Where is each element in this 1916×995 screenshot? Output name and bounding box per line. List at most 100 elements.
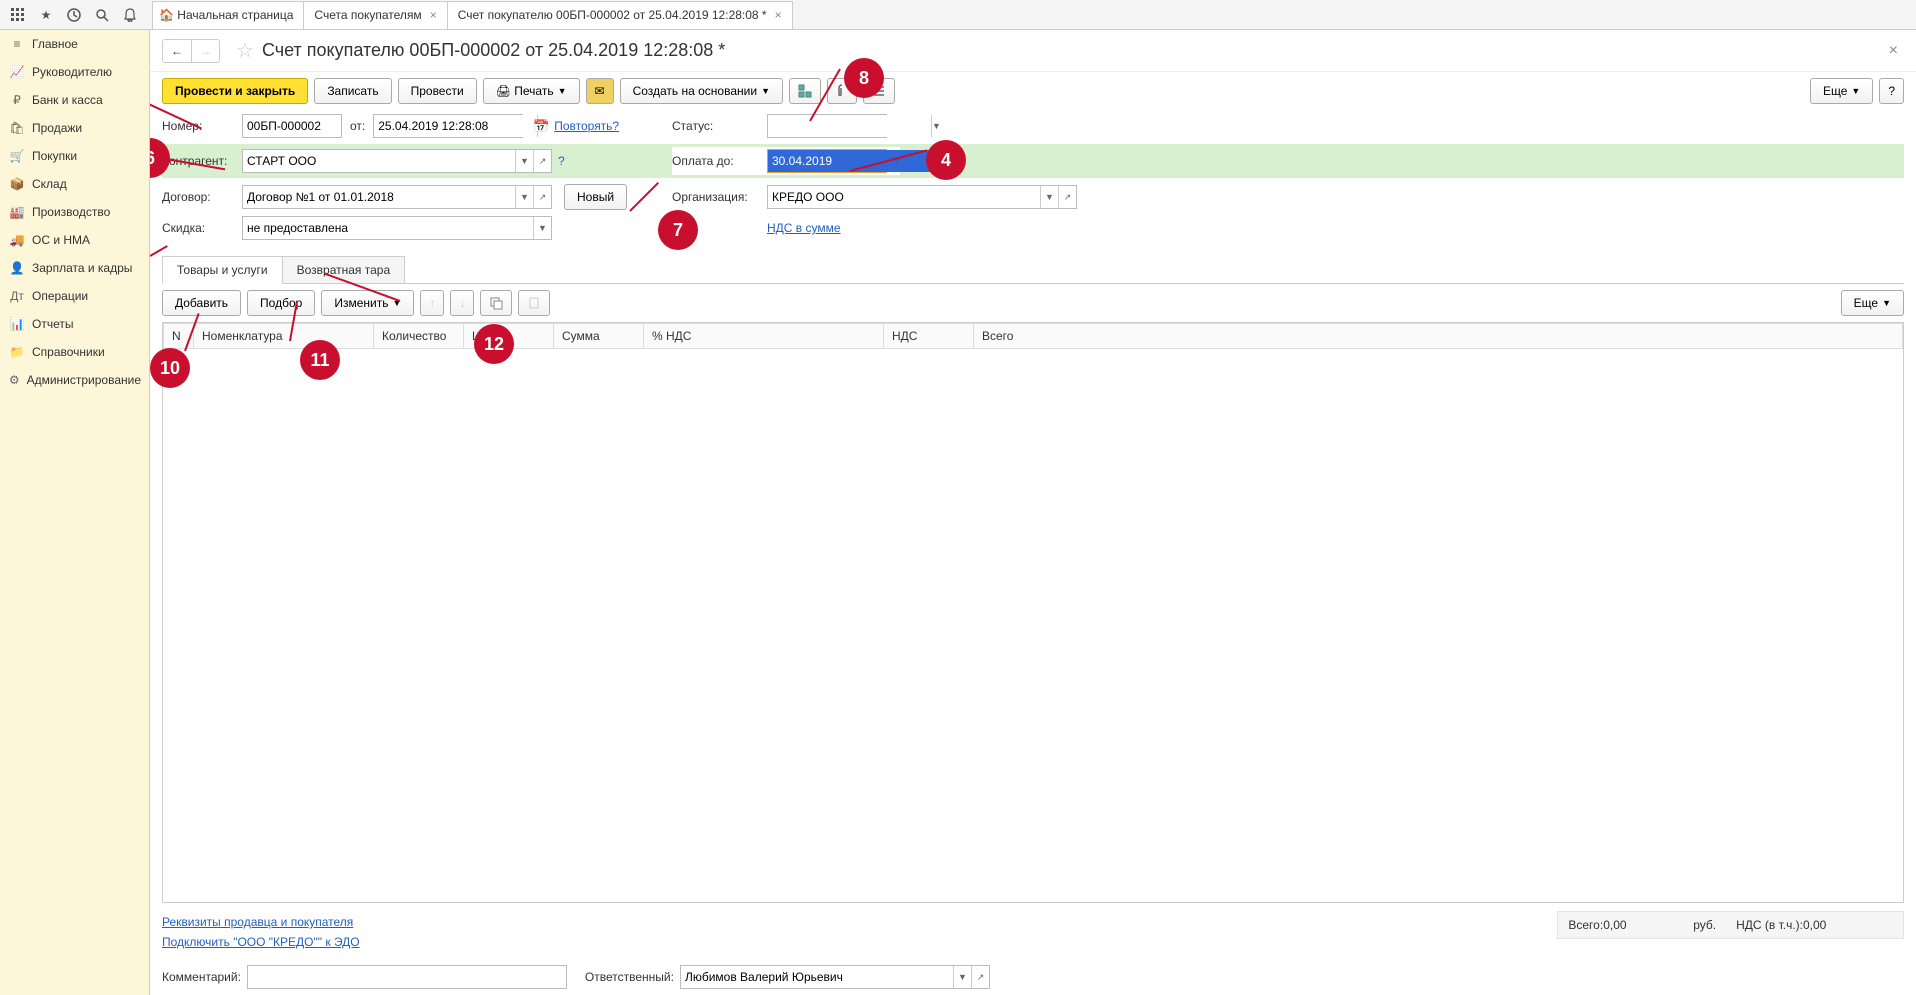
col-qty[interactable]: Количество [374, 324, 464, 349]
favorite-icon[interactable]: ☆ [236, 38, 254, 63]
comment-label: Комментарий: [162, 970, 241, 984]
structure-button[interactable] [789, 78, 821, 104]
sidebar-item-warehouse[interactable]: 📦Склад [0, 170, 149, 198]
open-icon[interactable]: ↗ [1058, 186, 1076, 208]
close-doc-button[interactable]: × [1883, 42, 1904, 60]
forward-button[interactable]: → [191, 40, 219, 62]
repeat-link[interactable]: Повторять? [554, 119, 619, 133]
edo-link[interactable]: Подключить "ООО "КРЕДО"" к ЭДО [162, 935, 360, 949]
doc-tabs: Товары и услуги Возвратная тара [162, 256, 1904, 284]
tab-document[interactable]: Счет покупателю 00БП-000002 от 25.04.201… [447, 1, 793, 29]
help-icon[interactable]: ? [558, 154, 565, 168]
move-up-button[interactable]: ↑ [420, 290, 444, 316]
post-button[interactable]: Провести [398, 78, 477, 104]
search-icon[interactable] [90, 3, 114, 27]
sidebar-item-purchases[interactable]: 🛒Покупки [0, 142, 149, 170]
sidebar-item-admin[interactable]: ⚙Администрирование [0, 366, 149, 394]
sidebar-item-operations[interactable]: ДтОперации [0, 282, 149, 310]
tab-tare[interactable]: Возвратная тара [282, 256, 406, 283]
folder-icon: 📁 [8, 345, 26, 359]
history-icon[interactable] [62, 3, 86, 27]
save-button[interactable]: Записать [314, 78, 391, 104]
close-icon[interactable]: × [775, 8, 782, 22]
factory-icon: 🏭 [8, 205, 26, 219]
counterparty-input[interactable]: ▼ ↗ [242, 149, 552, 173]
number-input[interactable] [242, 114, 342, 138]
bag-icon: 🛍 [8, 121, 26, 135]
requisites-link[interactable]: Реквизиты продавца и покупателя [162, 915, 353, 929]
apps-icon[interactable] [6, 3, 30, 27]
help-button[interactable]: ? [1879, 78, 1904, 104]
sidebar-item-catalogs[interactable]: 📁Справочники [0, 338, 149, 366]
currency-label: руб. [1693, 918, 1716, 932]
tab-home[interactable]: 🏠 Начальная страница [152, 1, 304, 29]
goods-table[interactable]: N Номенклатура Количество Цена Сумма % Н… [162, 322, 1904, 903]
attach-button[interactable] [827, 78, 857, 104]
create-based-button[interactable]: Создать на основании▼ [620, 78, 783, 104]
add-row-button[interactable]: Добавить [162, 290, 241, 316]
move-down-button[interactable]: ↓ [450, 290, 474, 316]
post-and-close-button[interactable]: Провести и закрыть [162, 78, 308, 104]
total-value: 0,00 [1603, 918, 1693, 932]
clear-icon[interactable]: × [943, 150, 949, 172]
chevron-down-icon[interactable]: ▼ [533, 217, 551, 239]
sidebar-item-bank[interactable]: ₽Банк и касса [0, 86, 149, 114]
col-vat-pct[interactable]: % НДС [644, 324, 884, 349]
change-button[interactable]: Изменить▼ [321, 290, 414, 316]
responsible-input[interactable]: ▼ ↗ [680, 965, 990, 989]
col-price[interactable]: Цена [464, 324, 554, 349]
sidebar-item-main[interactable]: ≡Главное [0, 30, 149, 58]
col-sum[interactable]: Сумма [554, 324, 644, 349]
print-button[interactable]: 🖨 Печать▼ [483, 78, 580, 104]
chevron-down-icon[interactable]: ▼ [953, 966, 971, 988]
footer-row: Комментарий: Ответственный: ▼ ↗ [150, 959, 1916, 995]
open-icon[interactable]: ↗ [533, 150, 551, 172]
close-icon[interactable]: × [430, 8, 437, 22]
star-icon[interactable]: ★ [34, 3, 58, 27]
paste-button[interactable] [518, 290, 550, 316]
new-contract-button[interactable]: Новый [564, 184, 627, 210]
bars-icon: 📊 [8, 317, 26, 331]
tab-list-label: Счета покупателям [314, 8, 421, 22]
more-button[interactable]: Еще▼ [1810, 78, 1873, 104]
tab-list[interactable]: Счета покупателям × [303, 1, 447, 29]
pay-until-input[interactable]: 📅 × [767, 149, 887, 173]
help-icon[interactable]: ? [893, 154, 900, 168]
sidebar-item-manager[interactable]: 📈Руководителю [0, 58, 149, 86]
sidebar-item-label: Склад [32, 177, 67, 191]
discount-label: Скидка: [162, 221, 242, 235]
email-button[interactable]: ✉ [586, 78, 614, 104]
sidebar-item-assets[interactable]: 🚚ОС и НМА [0, 226, 149, 254]
comment-input[interactable] [247, 965, 567, 989]
col-vat[interactable]: НДС [884, 324, 974, 349]
tab-goods[interactable]: Товары и услуги [162, 256, 283, 284]
col-n[interactable]: N [164, 324, 194, 349]
status-select[interactable]: ▼ [767, 114, 887, 138]
sidebar-item-sales[interactable]: 🛍Продажи [0, 114, 149, 142]
open-icon[interactable]: ↗ [971, 966, 989, 988]
pick-button[interactable]: Подбор [247, 290, 315, 316]
col-nomenclature[interactable]: Номенклатура [194, 324, 374, 349]
calendar-icon[interactable]: 📅 [931, 150, 943, 172]
back-button[interactable]: ← [163, 40, 191, 62]
discount-select[interactable]: ▼ [242, 216, 552, 240]
vat-mode-link[interactable]: НДС в сумме [767, 221, 841, 235]
home-icon: 🏠 [159, 8, 174, 22]
chevron-down-icon[interactable]: ▼ [515, 150, 533, 172]
chevron-down-icon: ▼ [392, 298, 401, 308]
date-input[interactable]: 📅 [373, 114, 523, 138]
sidebar-item-reports[interactable]: 📊Отчеты [0, 310, 149, 338]
copy-button[interactable] [480, 290, 512, 316]
list-button[interactable] [863, 78, 895, 104]
sidebar-item-payroll[interactable]: 👤Зарплата и кадры [0, 254, 149, 282]
col-total[interactable]: Всего [974, 324, 1903, 349]
org-input[interactable]: ▼ ↗ [767, 185, 1077, 209]
contract-input[interactable]: ▼ ↗ [242, 185, 552, 209]
table-more-button[interactable]: Еще▼ [1841, 290, 1904, 316]
chevron-down-icon[interactable]: ▼ [515, 186, 533, 208]
open-icon[interactable]: ↗ [533, 186, 551, 208]
chevron-down-icon[interactable]: ▼ [931, 115, 941, 137]
bell-icon[interactable] [118, 3, 142, 27]
sidebar-item-production[interactable]: 🏭Производство [0, 198, 149, 226]
chevron-down-icon[interactable]: ▼ [1040, 186, 1058, 208]
